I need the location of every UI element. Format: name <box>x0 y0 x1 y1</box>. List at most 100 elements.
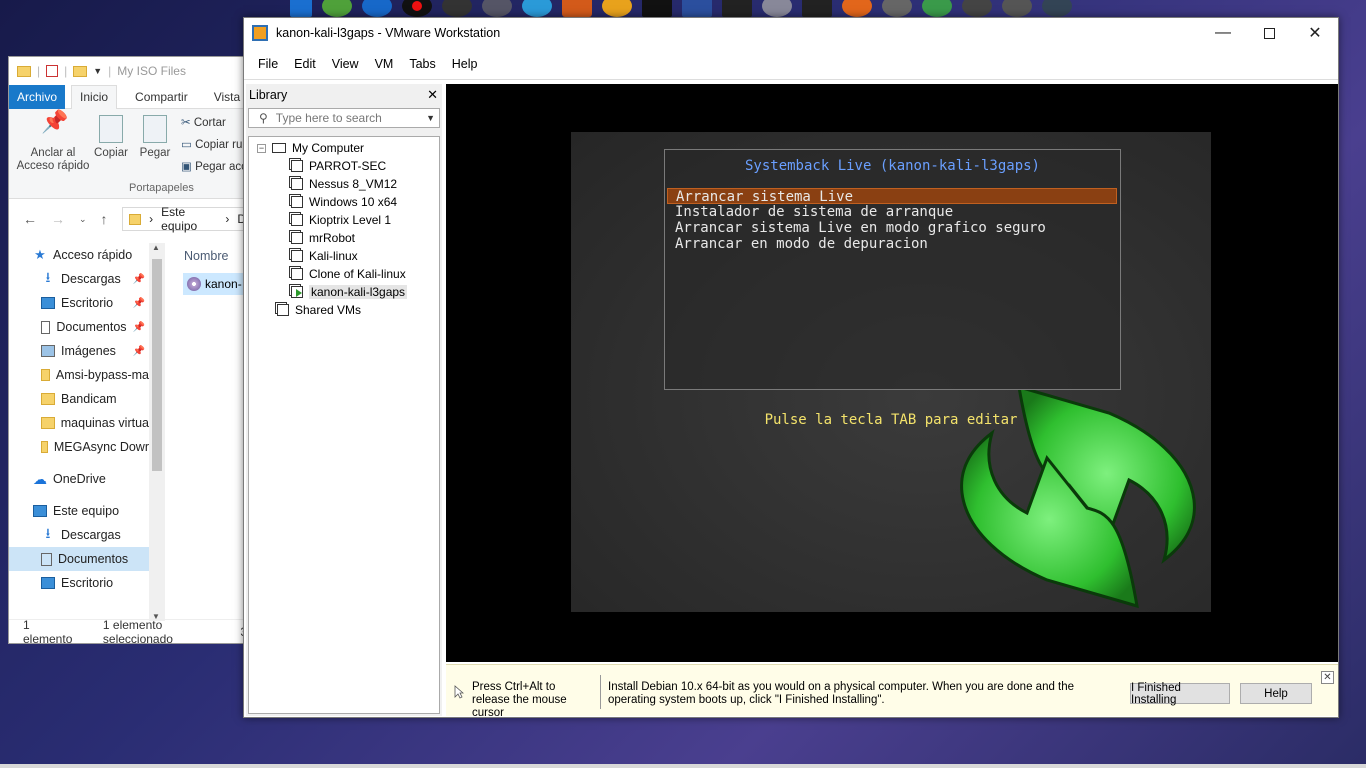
copy-button[interactable]: Copiar <box>93 115 129 160</box>
i-finished-installing-button[interactable]: I Finished Installing <box>1130 682 1230 706</box>
chrome-icon[interactable] <box>602 0 632 17</box>
search-dropdown-icon[interactable]: ▼ <box>426 113 435 123</box>
gauge-icon[interactable] <box>442 0 472 17</box>
tree-label: mrRobot <box>309 231 356 245</box>
terminal-icon[interactable] <box>642 0 672 17</box>
windows-start-icon[interactable] <box>290 0 312 17</box>
utorrent-icon[interactable] <box>322 0 352 17</box>
recent-chevron-icon[interactable]: ⌄ <box>79 214 87 225</box>
paste-button[interactable]: Pegar <box>137 115 173 160</box>
explorer-titlebar: | | ▼ | My ISO Files <box>9 57 247 85</box>
tool-icon[interactable] <box>882 0 912 17</box>
menu-help[interactable]: Help <box>444 57 486 71</box>
nav-item[interactable]: Documentos 📌 <box>9 315 149 339</box>
boot-option[interactable]: Instalador de sistema de arranque <box>667 204 1117 220</box>
cut-button[interactable]: ✂ Cortar <box>181 115 226 129</box>
nav-item[interactable]: Bandicam <box>9 387 149 411</box>
telegram-icon[interactable] <box>522 0 552 17</box>
nav-item[interactable]: Este equipo <box>9 499 149 523</box>
pin-quick-access-button[interactable]: 📌 Anclar al Acceso rápido <box>15 111 91 173</box>
app-icon[interactable] <box>562 0 592 17</box>
file-explorer-window: | | ▼ | My ISO Files Archivo Inicio Comp… <box>8 56 248 644</box>
tree-vm-item[interactable]: Clone of Kali-linux <box>249 265 439 283</box>
nav-item[interactable]: Amsi-bypass-ma <box>9 363 149 387</box>
edge-icon[interactable] <box>362 0 392 17</box>
hacker-icon[interactable] <box>962 0 992 17</box>
minimize-button[interactable]: — <box>1200 18 1246 48</box>
collapse-icon[interactable]: − <box>257 143 266 153</box>
tree-vm-item[interactable]: Kali-linux <box>249 247 439 265</box>
computer-icon <box>272 143 286 153</box>
nav-item-label: maquinas virtua <box>60 416 149 430</box>
pin-icon: 📌 <box>132 345 145 357</box>
tree-shared-vms[interactable]: Shared VMs <box>249 301 439 319</box>
tree-vm-item[interactable]: Kioptrix Level 1 <box>249 211 439 229</box>
chevron-down-icon[interactable]: ▼ <box>93 66 102 76</box>
tab-inicio[interactable]: Inicio <box>71 84 118 109</box>
nav-item[interactable]: maquinas virtua <box>9 411 149 435</box>
navigation-pane: ★ Acceso rápido ⭳ Descargas 📌 Escritorio 📌 Docu… <box>9 243 149 623</box>
powershell-icon[interactable] <box>682 0 712 17</box>
menu-edit[interactable]: Edit <box>286 57 324 71</box>
tree-vm-item[interactable]: Windows 10 x64 <box>249 193 439 211</box>
properties-icon[interactable] <box>46 65 59 77</box>
nav-item[interactable]: Documentos <box>9 547 149 571</box>
library-search[interactable]: ⚲ Type here to search ▼ <box>248 108 440 128</box>
camera-icon[interactable] <box>1042 0 1072 17</box>
nav-item[interactable]: Escritorio <box>9 571 149 595</box>
tree-vm-item[interactable]: mrRobot <box>249 229 439 247</box>
copy-path-button[interactable]: ▭ Copiar ru <box>181 137 242 151</box>
tree-vm-item[interactable]: kanon-kali-l3gaps <box>249 283 439 301</box>
menu-tabs[interactable]: Tabs <box>401 57 443 71</box>
menu-vm[interactable]: VM <box>367 57 402 71</box>
maximize-button[interactable] <box>1246 18 1292 48</box>
column-header-nombre[interactable]: Nombre <box>184 249 228 263</box>
paste-shortcut-button[interactable]: ▣ Pegar acc <box>181 159 247 173</box>
tree-label: Clone of Kali-linux <box>309 267 406 281</box>
tab-archivo[interactable]: Archivo <box>9 84 66 109</box>
gear-icon[interactable] <box>1002 0 1032 17</box>
tree-my-computer[interactable]: − My Computer <box>249 139 439 157</box>
help-button[interactable]: Help <box>1240 683 1312 704</box>
cpu-meter-icon[interactable] <box>722 0 752 17</box>
menu-view[interactable]: View <box>324 57 367 71</box>
back-arrow-icon[interactable]: ← <box>23 211 37 227</box>
boot-option[interactable]: Arrancar sistema Live en modo grafico se… <box>667 220 1117 236</box>
tree-vm-item[interactable]: Nessus 8_VM12 <box>249 175 439 193</box>
nav-item[interactable]: ⭳ Descargas <box>9 523 149 547</box>
forward-arrow-icon[interactable]: → <box>51 211 65 227</box>
send-icon[interactable] <box>922 0 952 17</box>
nav-item[interactable]: MEGAsync Dowr <box>9 435 149 459</box>
firefox-icon[interactable] <box>842 0 872 17</box>
close-button[interactable]: ✕ <box>1292 18 1338 48</box>
nav-item[interactable]: Imágenes 📌 <box>9 339 149 363</box>
library-panel: Library ✕ ⚲ Type here to search ▼ − My C… <box>246 84 442 716</box>
up-arrow-icon[interactable]: ↑ <box>101 211 108 227</box>
scroll-up-icon[interactable]: ▲ <box>152 243 160 252</box>
cloud-app-icon[interactable] <box>762 0 792 17</box>
memory-meter-icon[interactable] <box>802 0 832 17</box>
hint-close-icon[interactable]: ✕ <box>1321 671 1334 684</box>
address-box[interactable]: › Este equipo › D <box>121 205 247 233</box>
library-close-icon[interactable]: ✕ <box>427 87 438 103</box>
tab-vista[interactable]: Vista <box>206 86 247 108</box>
breadcrumb-este-equipo[interactable]: Este equipo <box>161 205 217 233</box>
boot-option[interactable]: Arrancar sistema Live <box>667 188 1117 205</box>
vm-console[interactable]: Systemback Live (kanon-kali-l3gaps) Arra… <box>446 84 1338 662</box>
window-title: kanon-kali-l3gaps - VMware Workstation <box>276 26 501 40</box>
boot-option[interactable]: Arrancar en modo de depuracion <box>667 236 1117 252</box>
new-folder-icon[interactable] <box>73 65 88 77</box>
nav-item[interactable]: ⭳ Descargas 📌 <box>9 267 149 291</box>
nav-item[interactable]: Escritorio 📌 <box>9 291 149 315</box>
tree-vm-item[interactable]: PARROT-SEC <box>249 157 439 175</box>
shield-icon[interactable] <box>482 0 512 17</box>
nav-item[interactable]: ★ Acceso rápido <box>9 243 149 267</box>
menu-file[interactable]: File <box>250 57 286 71</box>
nav-item[interactable]: ☁ OneDrive <box>9 467 149 491</box>
tab-compartir[interactable]: Compartir <box>127 86 196 108</box>
record-icon[interactable] <box>402 0 432 17</box>
nav-item-label: Bandicam <box>61 392 117 406</box>
nav-scroll-thumb[interactable] <box>152 259 162 471</box>
nav-scrollbar[interactable]: ▲ ▼ <box>149 243 165 621</box>
file-item[interactable]: kanon- <box>183 273 247 295</box>
